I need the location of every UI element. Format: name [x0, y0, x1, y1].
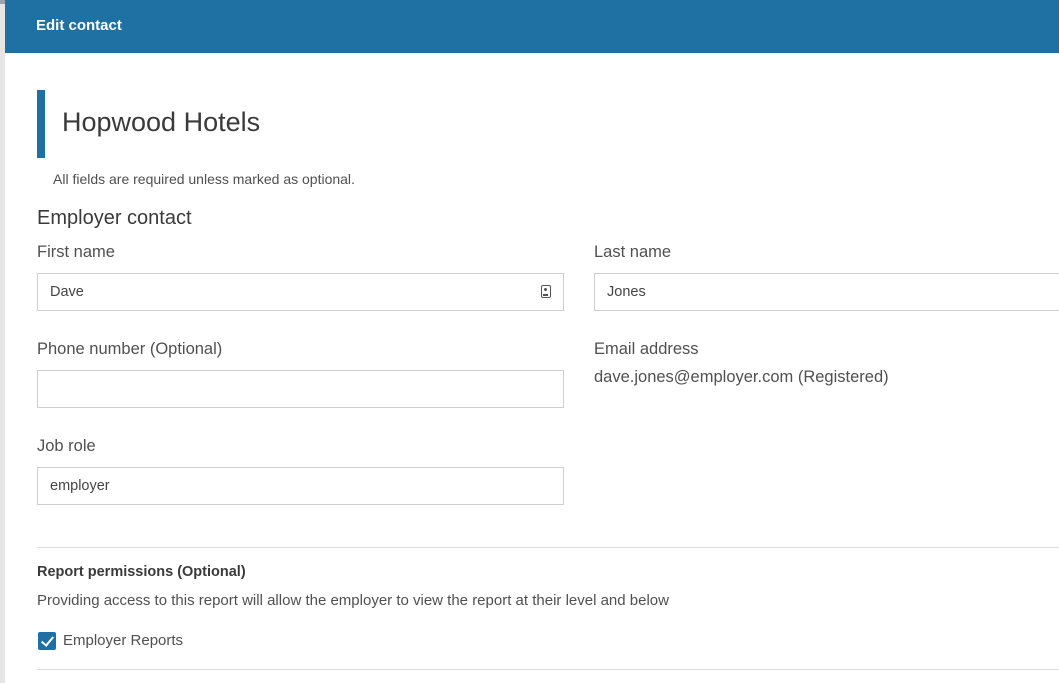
dialog-header: Edit contact [5, 0, 1059, 53]
employer-reports-label[interactable]: Employer Reports [63, 632, 183, 649]
job-role-value: employer [50, 478, 110, 494]
email-address-label: Email address [594, 340, 699, 358]
organisation-name: Hopwood Hotels [62, 107, 261, 137]
edit-contact-dialog: Edit contact Hopwood Hotels All fields a… [5, 0, 1059, 683]
required-fields-note: All fields are required unless marked as… [53, 171, 355, 187]
contact-card-icon[interactable] [541, 285, 551, 298]
last-name-value: Jones [607, 284, 646, 300]
employer-reports-checkbox[interactable] [38, 632, 56, 650]
last-name-label: Last name [594, 243, 672, 261]
section-divider [37, 547, 1059, 548]
section-title-employer-contact: Employer contact [37, 207, 192, 229]
first-name-value: Dave [50, 284, 84, 300]
phone-number-input[interactable] [37, 370, 564, 408]
job-role-label: Job role [37, 437, 96, 455]
email-address-value: dave.jones@employer.com (Registered) [594, 368, 889, 386]
dialog-title: Edit contact [36, 17, 122, 34]
first-name-label: First name [37, 243, 115, 261]
section-divider [37, 669, 1059, 670]
organisation-heading: Hopwood Hotels [37, 90, 260, 158]
first-name-input[interactable]: Dave [37, 273, 564, 311]
report-permissions-description: Providing access to this report will all… [37, 592, 669, 609]
report-permissions-title: Report permissions (Optional) [37, 564, 246, 580]
job-role-input[interactable]: employer [37, 467, 564, 505]
phone-number-label: Phone number (Optional) [37, 340, 223, 358]
last-name-input[interactable]: Jones [594, 273, 1059, 311]
